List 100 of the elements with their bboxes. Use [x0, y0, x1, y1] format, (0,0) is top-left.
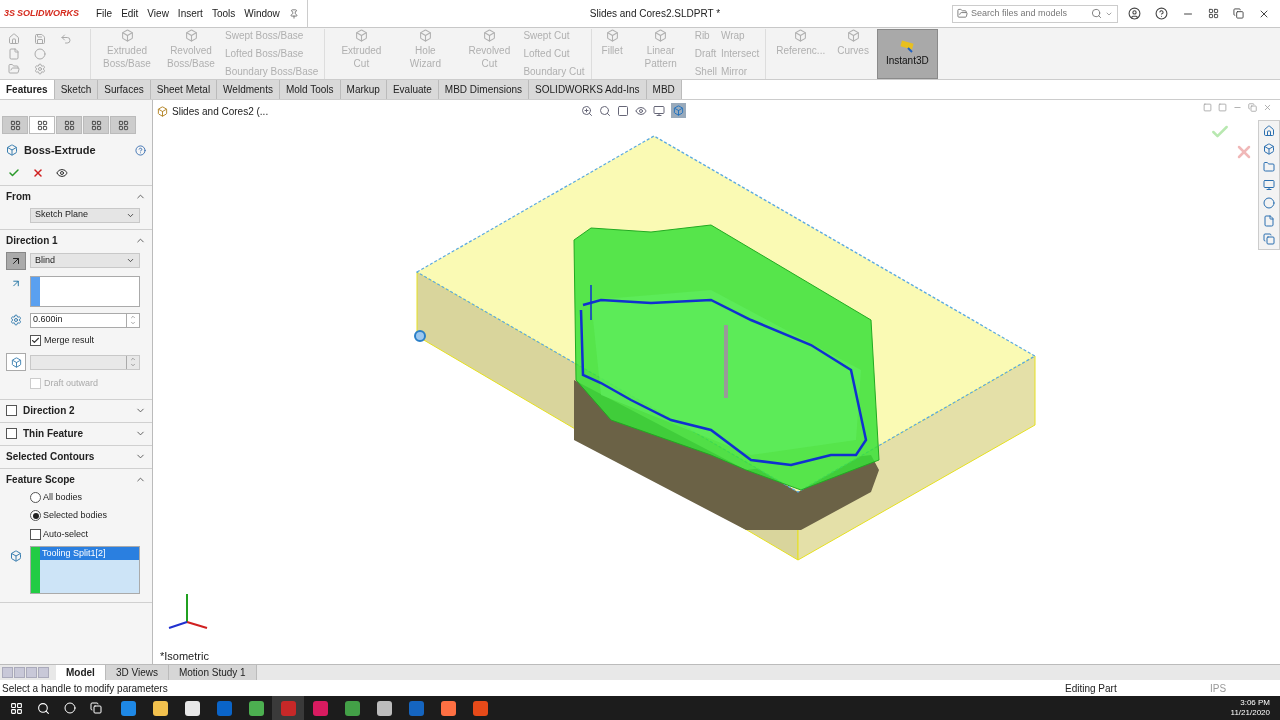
clock-date: 11/21/2020 [1230, 708, 1270, 718]
cube-icon [10, 356, 22, 368]
view-cube-icon[interactable] [671, 103, 686, 118]
down-caret-icon [130, 362, 136, 368]
status-message: Select a handle to modify parameters [2, 681, 169, 696]
instant3d-button[interactable]: Instant3D [876, 28, 938, 79]
preview-icon[interactable] [56, 166, 68, 179]
undo-icon[interactable] [60, 32, 72, 45]
units-label: IPS [1210, 681, 1228, 696]
display-icon[interactable] [653, 104, 665, 117]
section-title: Direction 1 [6, 234, 58, 248]
open-icon[interactable] [8, 62, 20, 75]
feature-icon [418, 28, 432, 42]
search-icon[interactable] [37, 701, 50, 715]
search-field[interactable]: Search files and models [952, 4, 1118, 23]
command-tab[interactable]: Sheet Metal [150, 80, 218, 99]
menu-item[interactable]: Window [244, 6, 280, 21]
feature-icon [605, 28, 619, 42]
task-view-icon[interactable] [90, 702, 102, 714]
draft-angle-field[interactable] [30, 354, 140, 370]
extrude-icon [6, 144, 18, 157]
panel-tab[interactable] [83, 116, 109, 134]
home-icon[interactable] [8, 32, 20, 45]
bodies-list[interactable]: Tooling Split1[2] [30, 546, 140, 594]
zoom-area-icon[interactable] [599, 104, 611, 117]
save-icon[interactable] [34, 32, 46, 45]
feature-icon [184, 28, 198, 42]
status-mode: Editing Part [1065, 681, 1118, 696]
checkbox[interactable] [30, 528, 41, 540]
feature-icon [846, 28, 860, 42]
checkbox[interactable] [6, 428, 17, 439]
window-title: Slides and Cores2.SLDPRT * [588, 7, 722, 21]
up-caret-icon [130, 314, 136, 320]
start-icon[interactable] [10, 701, 23, 715]
panel-tab[interactable] [29, 116, 55, 134]
ok-icon[interactable] [8, 166, 20, 179]
panel-icon [117, 119, 129, 131]
properties-icon[interactable] [1263, 215, 1275, 227]
panel-tab[interactable] [2, 116, 28, 134]
radio-button[interactable] [30, 510, 41, 522]
list-item[interactable]: Tooling Split1[2] [40, 547, 139, 560]
down-caret-icon [130, 320, 136, 326]
folder-icon [957, 8, 968, 19]
solidworks-logo: 3S SOLIDWORKS [3, 6, 80, 20]
section-title: Selected Contours [6, 450, 95, 464]
menu-item[interactable]: View [147, 6, 169, 21]
checkbox[interactable] [30, 334, 41, 346]
model-tab[interactable]: Model [56, 665, 106, 680]
hide-show-icon[interactable] [635, 104, 647, 117]
cortana-icon[interactable] [64, 702, 76, 714]
model-tab[interactable]: Motion Study 1 [168, 665, 257, 680]
panel-tab[interactable] [110, 116, 136, 134]
pin-icon[interactable] [288, 8, 299, 19]
check-icon [31, 335, 40, 345]
checkbox[interactable] [6, 405, 17, 416]
feature-icon [794, 28, 808, 42]
feature-icon [120, 28, 134, 42]
up-caret-icon [130, 356, 136, 362]
home-icon[interactable] [1263, 125, 1275, 137]
feature-tree-path[interactable]: Slides and Cores2 (... [172, 104, 269, 119]
help-icon[interactable] [1155, 7, 1168, 20]
zoom-icon[interactable] [581, 104, 593, 117]
menu-item[interactable]: File [96, 6, 113, 21]
panel-tab[interactable] [56, 116, 82, 134]
view-label: *Isometric [160, 648, 209, 664]
draft-button[interactable] [6, 353, 26, 371]
cancel-icon[interactable] [32, 166, 44, 179]
feature-icon [654, 28, 668, 42]
tile-icon[interactable] [1208, 8, 1219, 19]
command-tab[interactable]: Markup [340, 80, 387, 99]
command-tab[interactable]: Surfaces [98, 80, 151, 99]
reverse-direction-button[interactable] [6, 251, 26, 270]
command-tab[interactable]: SOLIDWORKS Add-Ins [529, 80, 647, 99]
settings-icon[interactable] [34, 62, 46, 75]
account-icon[interactable] [1128, 7, 1141, 20]
cube-icon [673, 105, 684, 116]
command-tab[interactable]: Sketch [54, 80, 99, 99]
checkbox-label: Auto-select [43, 527, 89, 541]
command-tab[interactable]: MBD [646, 80, 682, 99]
radio-button[interactable] [30, 491, 41, 503]
menu-item[interactable]: Tools [211, 6, 236, 21]
depth-field[interactable]: 0.600in [30, 312, 140, 328]
selection-list[interactable] [30, 275, 140, 307]
folder-icon[interactable] [1263, 161, 1275, 173]
section-title: Thin Feature [23, 427, 83, 441]
command-tab[interactable]: MBD Dimensions [438, 80, 530, 99]
command-tab[interactable]: Mold Tools [279, 80, 341, 99]
dropdown[interactable]: Blind [30, 253, 140, 268]
menu-item[interactable]: Insert [177, 6, 203, 21]
command-tab[interactable]: Evaluate [386, 80, 439, 99]
dropdown[interactable]: Sketch Plane [30, 207, 140, 223]
panel-icon [90, 119, 102, 131]
model-tab[interactable]: 3D Views [105, 665, 169, 680]
menu-item[interactable]: Edit [121, 6, 139, 21]
feature-icon [354, 28, 368, 42]
panel-icon [9, 119, 21, 131]
radio-label: Selected bodies [43, 509, 108, 522]
panel-icon [36, 119, 48, 131]
restore-icon[interactable] [1233, 8, 1244, 19]
command-tab[interactable]: Weldments [217, 80, 280, 99]
